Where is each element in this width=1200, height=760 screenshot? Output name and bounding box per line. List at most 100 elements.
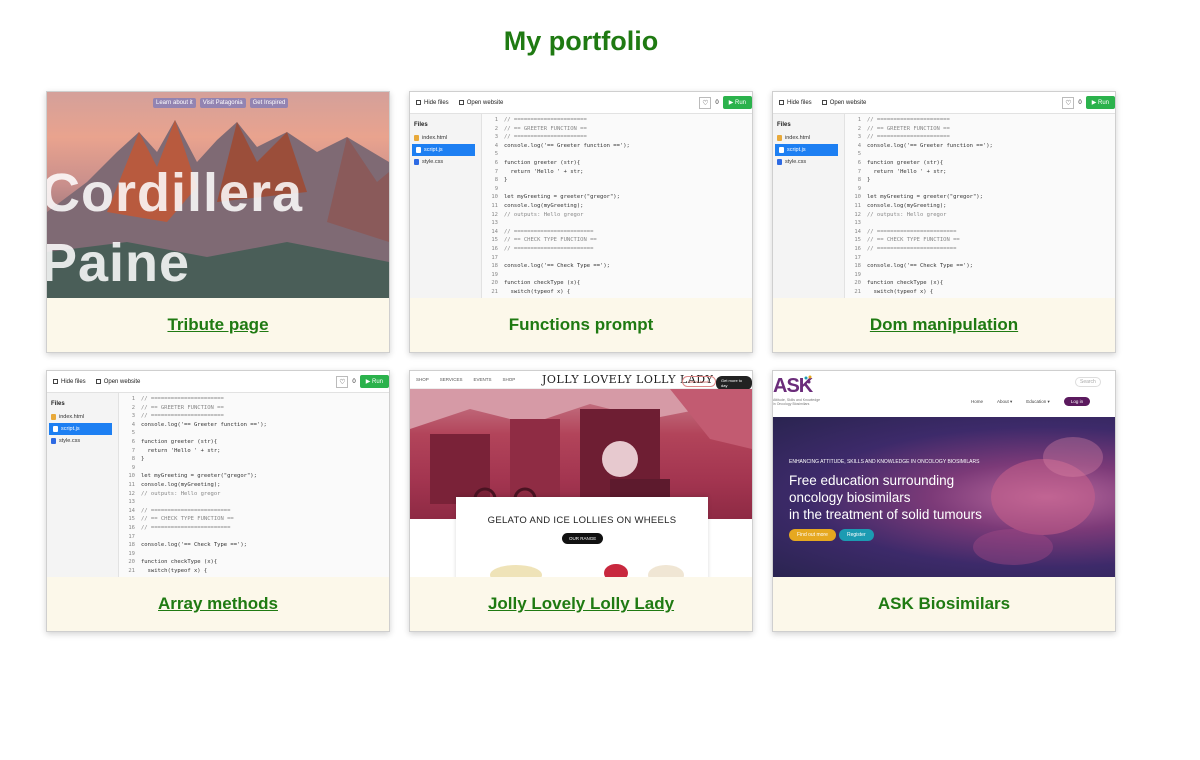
sidebar-icon [53, 379, 58, 384]
code-line: 5 [484, 150, 752, 159]
lolly-menu-item: EVENTS [473, 377, 492, 382]
line-number: 20 [491, 280, 498, 287]
line-number: 5 [494, 151, 498, 158]
code-text: // ======================== [141, 507, 231, 514]
lolly-lady-link[interactable]: Jolly Lovely Lolly Lady [410, 577, 752, 631]
hide-files-button: Hide files [779, 100, 812, 106]
code-line: 12 // outputs: Hello gregor [121, 490, 389, 499]
code-text: switch(typeof x) { [504, 288, 571, 295]
line-number: 16 [128, 524, 135, 531]
ask-hero: ENHANCING ATTITUDE, SKILLS AND KNOWLEDGE… [773, 417, 1115, 577]
lolly-menu-item: SERVICES [439, 377, 463, 382]
dom-manipulation-thumbnail: Hide files Open website ♡ 0 ▶ Run Files … [773, 92, 1115, 298]
code-text: // ======================== [504, 228, 594, 235]
lolly-range-button: OUR RANGE [562, 533, 604, 544]
project-card-tribute-page[interactable]: Learn about it Visit Patagonia Get Inspi… [46, 91, 390, 353]
external-link-icon [458, 100, 464, 105]
open-website-button: Open website [458, 100, 503, 106]
code-line: 13 [484, 219, 752, 228]
code-line: 16 // ======================== [484, 245, 752, 254]
project-card-jolly-lovely-lolly-lady[interactable]: SHOP SERVICES EVENTS SHOP JOLLY LOVELY L… [409, 370, 753, 632]
code-text: function checkType (x){ [504, 280, 581, 287]
code-line: 9 [847, 185, 1115, 194]
ask-heading-line: in the treatment of solid tumours [789, 507, 982, 522]
file-item-active: script.js [412, 144, 475, 156]
line-number: 13 [128, 499, 135, 506]
code-line: 19 [847, 271, 1115, 280]
editor-toolbar: Hide files Open website ♡ 0 ▶ Run [410, 92, 752, 114]
tribute-page-link[interactable]: Tribute page [47, 298, 389, 352]
code-line: 12 // outputs: Hello gregor [847, 211, 1115, 220]
code-line: 11 console.log(myGreeting); [847, 202, 1115, 211]
editor-toolbar: Hide files Open website ♡ 0 ▶ Run [773, 92, 1115, 114]
code-text: console.log(myGreeting); [867, 202, 947, 209]
ask-tagline: ENHANCING ATTITUDE, SKILLS AND KNOWLEDGE… [789, 459, 980, 465]
code-line: 18 console.log('== Check Type =='); [121, 541, 389, 550]
code-line: 15 // == CHECK TYPE FUNCTION == [121, 515, 389, 524]
line-number: 8 [131, 456, 135, 463]
code-line: 16 // ======================== [121, 524, 389, 533]
code-line: 21 switch(typeof x) { [484, 288, 752, 297]
ask-logo-mark-icon [804, 375, 812, 384]
ask-header: ASK Attitude, Skills and Knowledge in On… [773, 371, 1115, 417]
file-item: index.html [773, 132, 844, 144]
line-number: 14 [854, 228, 861, 235]
code-panel: 1 // ====================== 2 // == GREETER… [847, 116, 1115, 298]
code-line: 16 // ======================== [847, 245, 1115, 254]
code-text: // ====================== [141, 413, 224, 420]
code-line: 20 function checkType (x){ [121, 558, 389, 567]
file-item: style.css [773, 156, 844, 168]
line-number: 14 [128, 507, 135, 514]
lolly-lady-thumbnail: SHOP SERVICES EVENTS SHOP JOLLY LOVELY L… [410, 371, 752, 577]
line-number: 20 [128, 559, 135, 566]
line-number: 9 [131, 464, 135, 471]
code-text: // ====================== [504, 117, 587, 123]
line-number: 19 [491, 271, 498, 278]
like-count: 0 [352, 378, 356, 385]
ask-heading-line: oncology biosimilars [789, 490, 911, 505]
project-card-functions-prompt[interactable]: Hide files Open website ♡ 0 ▶ Run Files … [409, 91, 753, 353]
project-card-ask-biosimilars[interactable]: ASK Attitude, Skills and Knowledge in On… [772, 370, 1116, 632]
line-number: 17 [854, 254, 861, 261]
code-line: 8} [484, 176, 752, 185]
code-text: // == GREETER FUNCTION == [141, 404, 224, 411]
array-methods-thumbnail: Hide files Open website ♡ 0 ▶ Run Files … [47, 371, 389, 577]
code-line: 13 [121, 498, 389, 507]
code-text: // ====================== [141, 396, 224, 402]
project-card-dom-manipulation[interactable]: Hide files Open website ♡ 0 ▶ Run Files … [772, 91, 1116, 353]
ask-find-out-more-button: Find out more [789, 529, 836, 541]
file-list: Files index.html script.js style.css [773, 114, 845, 298]
ask-heading-line: Free education surrounding [789, 473, 955, 488]
project-card-array-methods[interactable]: Hide files Open website ♡ 0 ▶ Run Files … [46, 370, 390, 632]
code-line: 3 // ====================== [847, 133, 1115, 142]
code-line: 1 // ====================== [121, 395, 389, 404]
code-panel: 1 // ====================== 2 // == GREETER… [484, 116, 752, 298]
code-line: 1 // ====================== [847, 116, 1115, 125]
line-number: 15 [128, 516, 135, 523]
code-text: // ======================== [867, 228, 957, 235]
code-text: console.log('== Check Type =='); [504, 263, 610, 270]
code-text: // outputs: Hello gregor [504, 211, 584, 218]
line-number: 10 [491, 194, 498, 201]
heart-icon: ♡ [1062, 96, 1075, 109]
like-count: 0 [715, 99, 719, 106]
code-text: let myGreeting = greeter("gregor"); [504, 194, 620, 201]
line-number: 5 [857, 151, 861, 158]
lolly-menu-item: SHOP [502, 377, 516, 382]
dom-manipulation-link[interactable]: Dom manipulation [773, 298, 1115, 352]
code-line: 15 // == CHECK TYPE FUNCTION == [847, 236, 1115, 245]
line-number: 8 [494, 177, 498, 184]
tribute-heading-line-2: Paine [47, 233, 191, 293]
code-text: return 'Hello ' + str; [504, 168, 584, 175]
code-text: console.log('== Greeter function =='); [867, 142, 993, 149]
like-count: 0 [1078, 99, 1082, 106]
code-line: 9 [484, 185, 752, 194]
code-text: } [867, 177, 871, 184]
hide-files-button: Hide files [416, 100, 449, 106]
lolly-box-title: GELATO AND ICE LOLLIES ON WHEELS [487, 515, 677, 526]
code-line: 7 return 'Hello ' + str; [121, 447, 389, 456]
code-text: console.log('== Greeter function =='); [504, 142, 630, 149]
code-line: 2 // == GREETER FUNCTION == [847, 125, 1115, 134]
array-methods-link[interactable]: Array methods [47, 577, 389, 631]
line-number: 17 [128, 533, 135, 540]
